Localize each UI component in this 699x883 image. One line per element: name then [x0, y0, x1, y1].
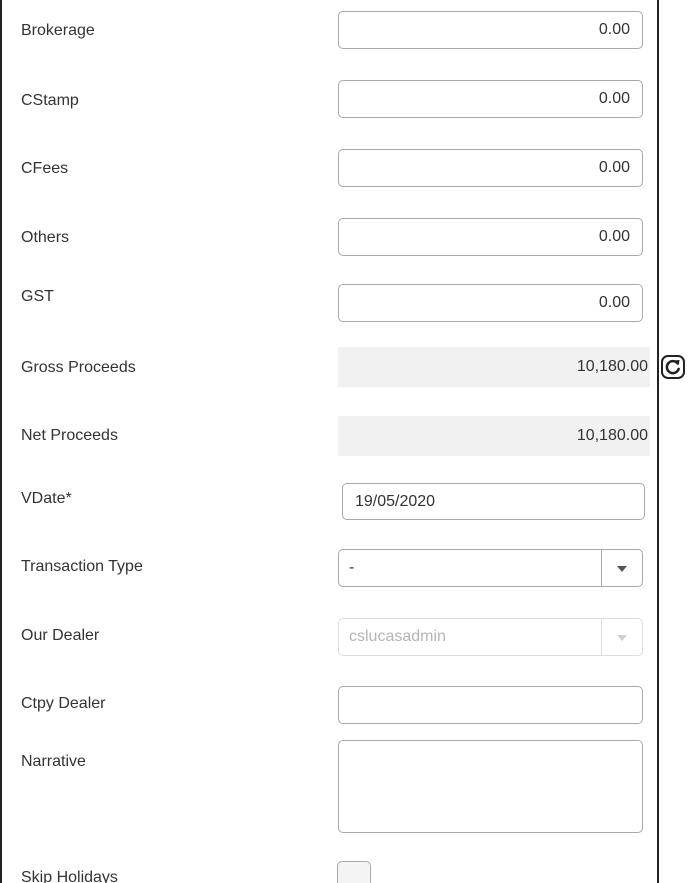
ctpy-dealer-label: Ctpy Dealer [21, 694, 105, 714]
brokerage-label: Brokerage [21, 21, 95, 41]
gst-label: GST [21, 287, 54, 307]
form-panel: Brokerage CStamp CFees Others GST Gross … [0, 0, 659, 883]
chevron-down-icon [601, 619, 642, 655]
cstamp-label: CStamp [21, 91, 79, 111]
skip-holidays-checkbox[interactable] [337, 861, 371, 883]
transaction-type-label: Transaction Type [21, 557, 143, 577]
refresh-icon[interactable] [661, 355, 685, 379]
net-proceeds-value: 10,180.00 [338, 416, 650, 456]
cstamp-input[interactable] [338, 80, 643, 118]
our-dealer-value: cslucasadmin [349, 619, 446, 655]
skip-holidays-label: Skip Holidays [21, 868, 118, 883]
gst-input[interactable] [338, 284, 643, 322]
vdate-input[interactable] [342, 483, 645, 520]
brokerage-input[interactable] [338, 11, 643, 49]
transaction-type-value: - [349, 550, 354, 586]
gross-proceeds-value: 10,180.00 [338, 347, 650, 387]
vdate-label: VDate* [21, 489, 72, 509]
net-proceeds-label: Net Proceeds [21, 426, 118, 446]
gross-proceeds-label: Gross Proceeds [21, 358, 136, 378]
others-input[interactable] [338, 218, 643, 256]
others-label: Others [21, 228, 69, 248]
cfees-input[interactable] [338, 149, 643, 187]
narrative-textarea[interactable] [338, 740, 643, 833]
chevron-down-icon[interactable] [601, 550, 642, 586]
our-dealer-label: Our Dealer [21, 626, 99, 646]
transaction-type-select[interactable]: - [338, 549, 643, 587]
narrative-label: Narrative [21, 752, 86, 772]
ctpy-dealer-input[interactable] [338, 686, 643, 724]
cfees-label: CFees [21, 159, 68, 179]
our-dealer-select: cslucasadmin [338, 618, 643, 656]
